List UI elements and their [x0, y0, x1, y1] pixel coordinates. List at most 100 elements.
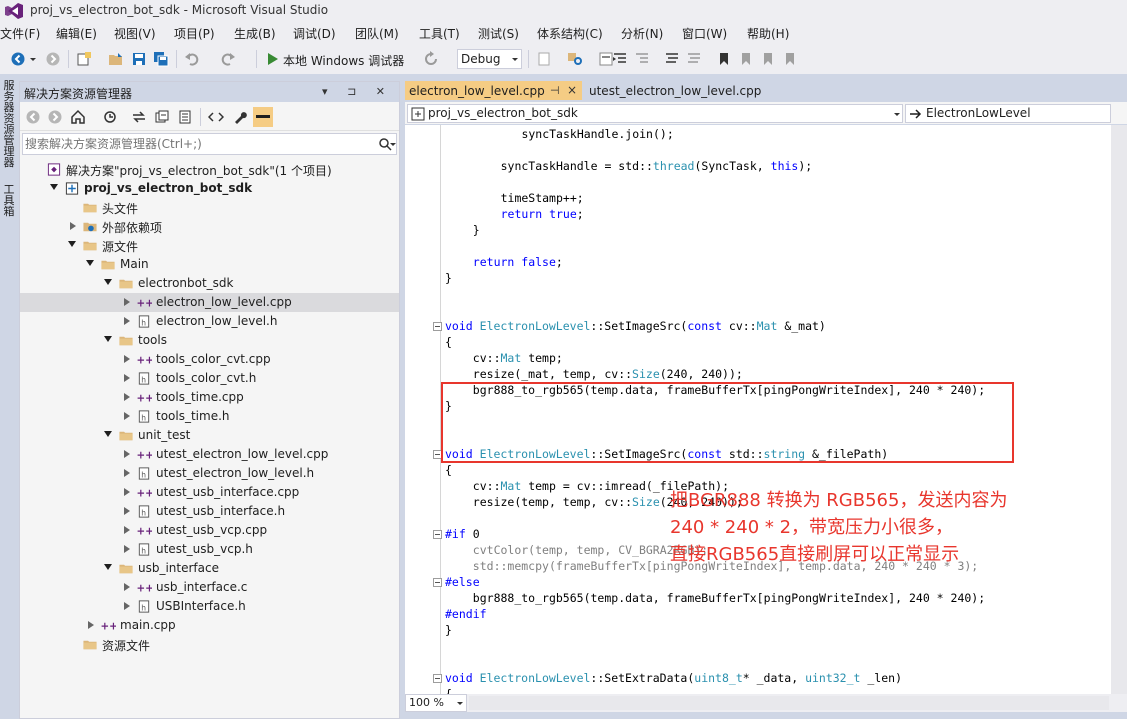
tree-item[interactable]: ++tools_time.cpp: [20, 388, 399, 407]
next-bookmark-icon[interactable]: [760, 51, 776, 67]
clear-bookmarks-icon[interactable]: [782, 51, 798, 67]
tab-electron-low-level-cpp[interactable]: electron_low_level.cpp ⊣ ×: [405, 81, 582, 100]
solution-explorer-search-input[interactable]: [25, 136, 365, 152]
code-editor[interactable]: syncTaskHandle.join(); syncTaskHandle = s…: [405, 125, 1127, 701]
tree-item[interactable]: ++usb_interface.c: [20, 578, 399, 597]
new-project-icon[interactable]: [76, 51, 92, 67]
collapse-region-icon[interactable]: [433, 322, 442, 331]
collapsed-arrow-icon[interactable]: [124, 317, 130, 325]
collapsed-arrow-icon[interactable]: [124, 545, 130, 553]
tree-item[interactable]: ++utest_usb_vcp.cpp: [20, 521, 399, 540]
back-dropdown-icon[interactable]: [30, 58, 36, 61]
tree-item[interactable]: h tools_color_cvt.h: [20, 369, 399, 388]
type-scope-dropdown[interactable]: ElectronLowLevel: [905, 104, 1111, 123]
zoom-level-dropdown[interactable]: 100 %: [405, 694, 467, 712]
bookmark-icon[interactable]: [716, 51, 732, 67]
collapsed-arrow-icon[interactable]: [124, 393, 130, 401]
menu-item[interactable]: 项目(P): [174, 25, 215, 42]
comment-lines-icon[interactable]: [664, 51, 680, 67]
outdent-icon[interactable]: [634, 51, 650, 67]
collapsed-arrow-icon[interactable]: [124, 355, 130, 363]
back-icon[interactable]: [25, 109, 41, 125]
collapsed-arrow-icon[interactable]: [70, 222, 76, 230]
panel-window-buttons[interactable]: ▾ ⊐ ✕: [322, 85, 393, 98]
solution-configuration-dropdown[interactable]: Debug: [457, 49, 522, 69]
start-debugging-icon[interactable]: [264, 51, 280, 67]
expanded-arrow-icon[interactable]: [86, 260, 94, 266]
properties-wrench-icon[interactable]: [232, 109, 248, 125]
tree-item[interactable]: ++tools_color_cvt.cpp: [20, 350, 399, 369]
collapsed-arrow-icon[interactable]: [124, 469, 130, 477]
expanded-arrow-icon[interactable]: [104, 279, 112, 285]
tree-item[interactable]: 头文件: [20, 198, 399, 217]
tree-item[interactable]: electronbot_sdk: [20, 274, 399, 293]
menu-item[interactable]: 文件(F): [0, 25, 40, 42]
redo-icon[interactable]: [220, 51, 236, 67]
forward-icon[interactable]: [47, 109, 63, 125]
menu-item[interactable]: 工具(T): [419, 25, 460, 42]
tree-item[interactable]: h utest_electron_low_level.h: [20, 464, 399, 483]
tree-item[interactable]: h tools_time.h: [20, 407, 399, 426]
pin-tab-icon[interactable]: ⊣: [550, 84, 560, 97]
menu-item[interactable]: 窗口(W): [682, 25, 727, 42]
tree-item[interactable]: Main: [20, 255, 399, 274]
menu-item[interactable]: 分析(N): [621, 25, 663, 42]
back-icon[interactable]: [10, 51, 26, 67]
menu-item[interactable]: 团队(M): [355, 25, 399, 42]
home-icon[interactable]: [70, 109, 86, 125]
tree-item[interactable]: unit_test: [20, 426, 399, 445]
indent-icon[interactable]: [612, 51, 628, 67]
collapsed-arrow-icon[interactable]: [88, 621, 94, 629]
collapse-region-icon[interactable]: [433, 578, 442, 587]
previous-bookmark-icon[interactable]: [738, 51, 754, 67]
server-explorer-tab[interactable]: 服务器资源管理器: [2, 80, 16, 168]
expanded-arrow-icon[interactable]: [104, 564, 112, 570]
collapse-region-icon[interactable]: [433, 530, 442, 539]
collapsed-arrow-icon[interactable]: [124, 526, 130, 534]
tree-item[interactable]: ++electron_low_level.cpp: [20, 293, 399, 312]
expanded-arrow-icon[interactable]: [104, 431, 112, 437]
collapsed-arrow-icon[interactable]: [124, 507, 130, 515]
tree-item[interactable]: 源文件: [20, 236, 399, 255]
tree-item[interactable]: ++main.cpp: [20, 616, 399, 635]
menu-item[interactable]: 帮助(H): [747, 25, 789, 42]
tree-item[interactable]: h utest_usb_vcp.h: [20, 540, 399, 559]
tree-item[interactable]: 解决方案"proj_vs_electron_bot_sdk"(1 个项目): [20, 160, 399, 179]
save-icon[interactable]: [131, 51, 147, 67]
forward-icon[interactable]: [45, 51, 61, 67]
tree-item[interactable]: proj_vs_electron_bot_sdk: [20, 179, 399, 198]
expanded-arrow-icon[interactable]: [104, 336, 112, 342]
preview-selected-items-icon[interactable]: [253, 107, 273, 127]
open-file-icon[interactable]: [108, 51, 124, 67]
collapsed-arrow-icon[interactable]: [124, 583, 130, 591]
attach-process-icon[interactable]: [536, 51, 552, 67]
menu-item[interactable]: 生成(B): [234, 25, 276, 42]
tree-item[interactable]: h utest_usb_interface.h: [20, 502, 399, 521]
tree-item[interactable]: 外部依赖项: [20, 217, 399, 236]
view-code-icon[interactable]: [208, 109, 224, 125]
find-in-files-icon[interactable]: [567, 51, 583, 67]
refresh-icon[interactable]: [423, 51, 439, 67]
toolbox-tab[interactable]: 工具箱: [2, 184, 16, 217]
expanded-arrow-icon[interactable]: [68, 241, 76, 247]
project-scope-dropdown[interactable]: proj_vs_electron_bot_sdk: [407, 104, 903, 123]
search-options-dropdown-icon[interactable]: [390, 143, 396, 146]
collapsed-arrow-icon[interactable]: [124, 602, 130, 610]
collapse-all-icon[interactable]: [154, 109, 170, 125]
menu-item[interactable]: 测试(S): [478, 25, 519, 42]
tree-item[interactable]: h electron_low_level.h: [20, 312, 399, 331]
solution-explorer-search-box[interactable]: [22, 133, 397, 155]
collapsed-arrow-icon[interactable]: [124, 450, 130, 458]
vertical-scrollbar[interactable]: [1111, 125, 1127, 694]
pending-changes-filter-icon[interactable]: [102, 109, 118, 125]
tab-utest-electron-low-level-cpp[interactable]: utest_electron_low_level.cpp: [585, 81, 785, 100]
menu-item[interactable]: 体系结构(C): [537, 25, 603, 42]
collapsed-arrow-icon[interactable]: [124, 374, 130, 382]
close-tab-icon[interactable]: ×: [567, 83, 577, 97]
tree-item[interactable]: ++utest_usb_interface.cpp: [20, 483, 399, 502]
show-all-files-icon[interactable]: [177, 109, 193, 125]
undo-icon[interactable]: [184, 51, 200, 67]
collapsed-arrow-icon[interactable]: [124, 488, 130, 496]
tree-item[interactable]: tools: [20, 331, 399, 350]
save-all-icon[interactable]: [153, 51, 169, 67]
